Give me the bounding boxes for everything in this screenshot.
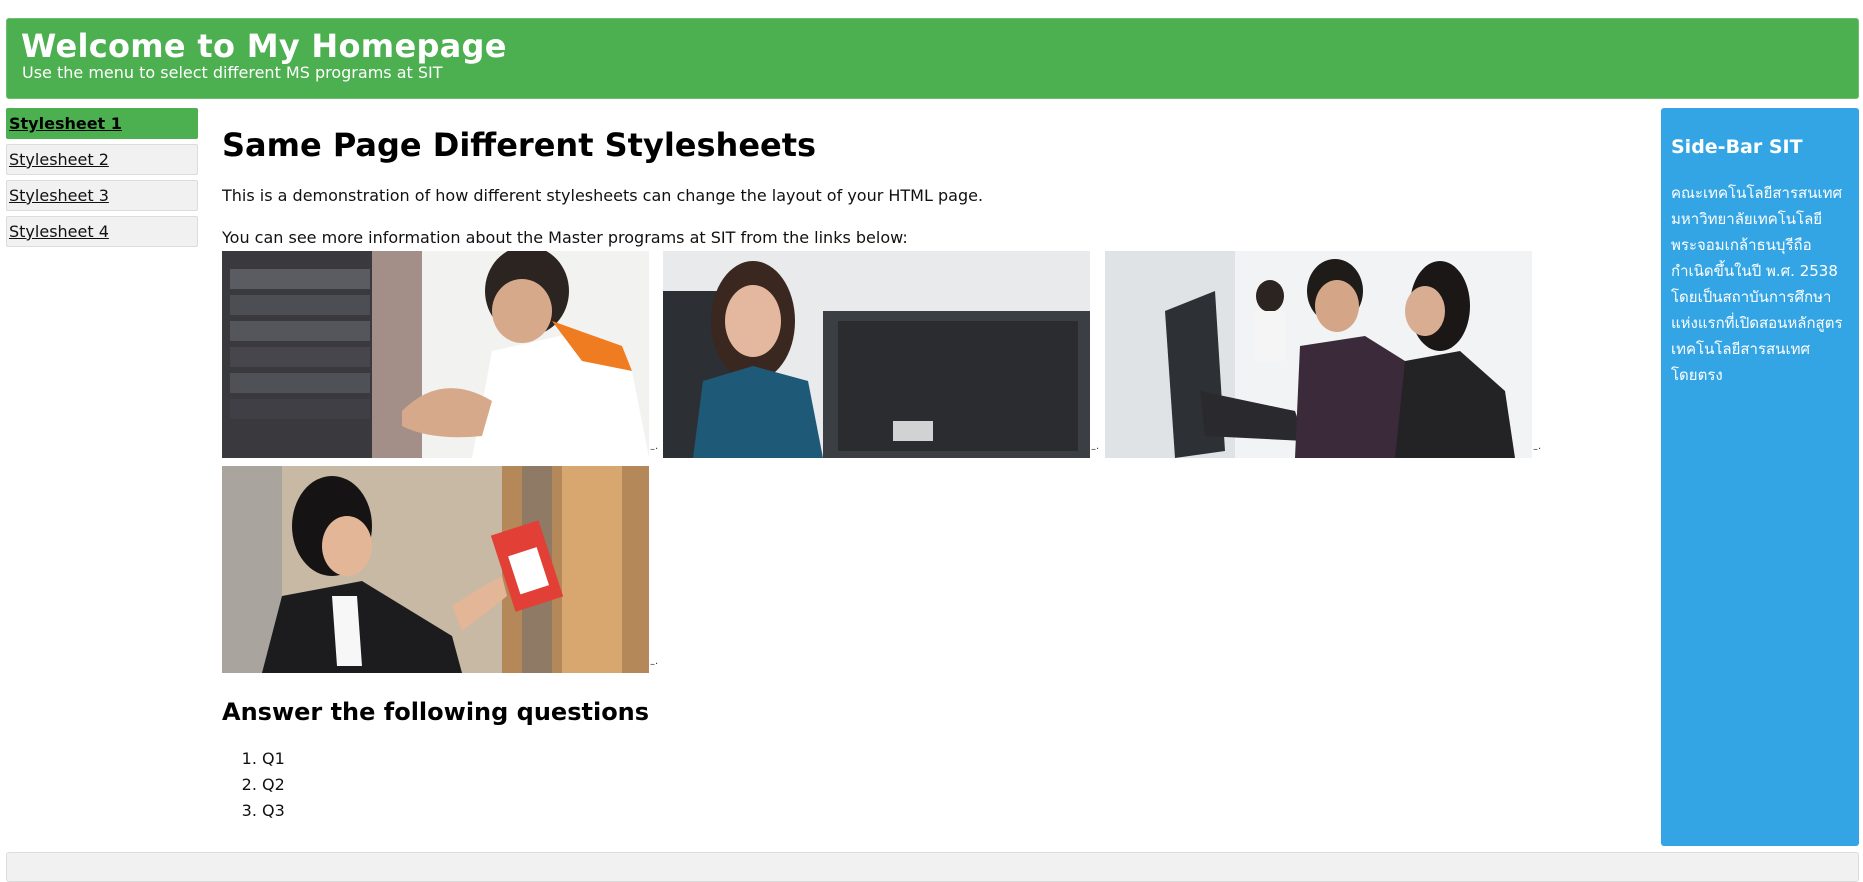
page-footer <box>6 852 1859 882</box>
question-item: Q1 <box>262 746 285 772</box>
questions-list: Q1 Q2 Q3 <box>222 746 285 824</box>
menu-item-stylesheet-2[interactable]: Stylesheet 2 <box>6 144 198 175</box>
question-item: Q3 <box>262 798 285 824</box>
sidebar-title: Side-Bar SIT <box>1671 136 1803 158</box>
page-subtitle: Use the menu to select different MS prog… <box>22 63 443 82</box>
computer-lab-students-photo[interactable] <box>1105 251 1532 458</box>
menu-item-stylesheet-1[interactable]: Stylesheet 1 <box>6 108 198 139</box>
question-item: Q2 <box>262 772 285 798</box>
server-rack-student-photo[interactable] <box>222 251 649 458</box>
page-header: Welcome to My Homepage Use the menu to s… <box>6 18 1859 99</box>
questions-heading: Answer the following questions <box>222 698 650 726</box>
student-library-photo[interactable] <box>222 466 649 673</box>
links-text: You can see more information about the M… <box>222 228 908 247</box>
stylesheet-menu: Stylesheet 1 Stylesheet 2 Stylesheet 3 S… <box>6 108 198 252</box>
page-title: Welcome to My Homepage <box>21 27 507 65</box>
menu-item-stylesheet-4[interactable]: Stylesheet 4 <box>6 216 198 247</box>
main-heading: Same Page Different Stylesheets <box>222 126 817 164</box>
menu-item-stylesheet-3[interactable]: Stylesheet 3 <box>6 180 198 211</box>
sidebar-text: คณะเทคโนโลยีสารสนเทศ มหาวิทยาลัยเทคโนโลย… <box>1671 184 1843 384</box>
sidebar: Side-Bar SIT คณะเทคโนโลยีสารสนเทศ มหาวิท… <box>1661 108 1859 846</box>
intro-text: This is a demonstration of how different… <box>222 186 984 205</box>
student-at-computer-photo[interactable] <box>663 251 1090 458</box>
